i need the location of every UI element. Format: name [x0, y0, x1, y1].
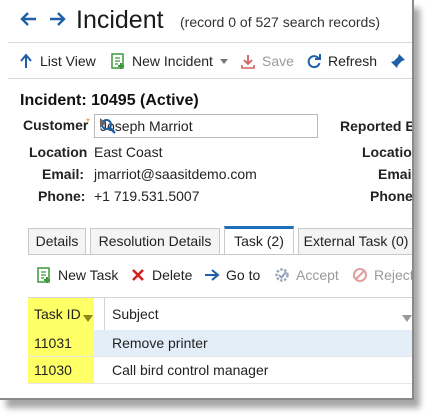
chevron-down-icon [219, 53, 229, 69]
accept-button[interactable]: Accept [274, 265, 339, 285]
arrow-right-icon [204, 267, 220, 283]
new-document-icon [36, 267, 52, 283]
new-incident-button[interactable]: New Incident [110, 51, 229, 71]
task-id-cell: 11031 [34, 335, 72, 351]
grid-header: Task ID Subject [28, 297, 412, 331]
reported-by-label: Reported B [340, 118, 414, 134]
page-title: Incident [76, 6, 164, 34]
go-to-button[interactable]: Go to [204, 265, 260, 285]
table-row[interactable]: 11030 Call bird control manager [28, 357, 412, 384]
table-row[interactable]: 11031 Remove printer [28, 330, 412, 357]
task-toolbar: New Task Delete Go to Accept Reject [28, 262, 412, 288]
tab-task[interactable]: Task (2) [224, 226, 294, 255]
list-view-label: List View [40, 53, 96, 69]
chevron-right-icon[interactable] [100, 118, 106, 128]
arrow-up-icon [18, 53, 34, 69]
go-to-label: Go to [226, 267, 261, 283]
customer-label: Customer [23, 117, 89, 133]
new-document-icon [110, 53, 126, 69]
reject-button[interactable]: Reject [352, 265, 414, 285]
incident-window: Incident (record 0 of 527 search records… [0, 0, 414, 400]
refresh-icon [306, 53, 322, 69]
title-bar: Incident (record 0 of 527 search records… [0, 0, 412, 42]
phone-label-right: Phone [370, 188, 413, 204]
delete-label: Delete [152, 267, 193, 283]
location-label-right: Location [362, 144, 412, 160]
tab-bar: Details Resolution Details Task (2) Exte… [28, 226, 412, 255]
reject-icon [352, 267, 368, 283]
save-button[interactable]: Save [240, 51, 294, 71]
refresh-button[interactable]: Refresh [306, 51, 377, 71]
pin-icon[interactable] [390, 51, 406, 71]
column-header-subject[interactable]: Subject [112, 301, 159, 327]
save-label: Save [262, 53, 294, 69]
location-label: Location [29, 144, 88, 160]
new-task-label: New Task [58, 267, 119, 283]
record-count-subtitle: (record 0 of 527 search records) [180, 14, 380, 30]
tab-resolution-details[interactable]: Resolution Details [90, 228, 220, 254]
back-arrow-icon[interactable] [20, 10, 38, 30]
subject-cell: Call bird control manager [112, 362, 269, 378]
delete-x-icon [130, 267, 146, 283]
main-toolbar: List View New Incident Save Refresh [0, 44, 412, 76]
required-asterisk: * [86, 117, 90, 128]
tab-divider [28, 254, 412, 255]
tab-external-task[interactable]: External Task (0) [298, 228, 412, 254]
location-value: East Coast [94, 144, 163, 160]
customer-field[interactable]: Joseph Marriot [94, 114, 318, 138]
title-divider [8, 42, 412, 43]
delete-button[interactable]: Delete [130, 265, 192, 285]
column-header-task-id[interactable]: Task ID [34, 301, 81, 327]
email-label-right: Emai [378, 166, 412, 182]
column-separator [104, 298, 105, 330]
sort-desc-icon[interactable] [83, 310, 93, 328]
tab-details[interactable]: Details [28, 228, 86, 254]
save-icon [240, 53, 256, 69]
forward-arrow-icon[interactable] [48, 10, 66, 30]
refresh-label: Refresh [328, 53, 378, 69]
new-task-button[interactable]: New Task [36, 265, 118, 285]
task-id-cell: 11030 [34, 362, 72, 378]
toolbar-divider [8, 78, 412, 79]
list-view-button[interactable]: List View [18, 51, 96, 71]
subject-cell: Remove printer [112, 335, 208, 351]
phone-value: +1 719.531.5007 [94, 188, 200, 204]
email-label: Email: [42, 166, 85, 182]
new-incident-label: New Incident [132, 53, 213, 69]
accept-label: Accept [296, 267, 339, 283]
accept-gear-icon [274, 267, 290, 283]
column-menu-icon[interactable] [402, 310, 412, 328]
email-value: jmarriot@saasitdemo.com [94, 166, 257, 182]
phone-label: Phone: [38, 188, 86, 204]
reject-label: Reject [374, 267, 414, 283]
record-heading: Incident: 10495 (Active) [20, 92, 199, 109]
